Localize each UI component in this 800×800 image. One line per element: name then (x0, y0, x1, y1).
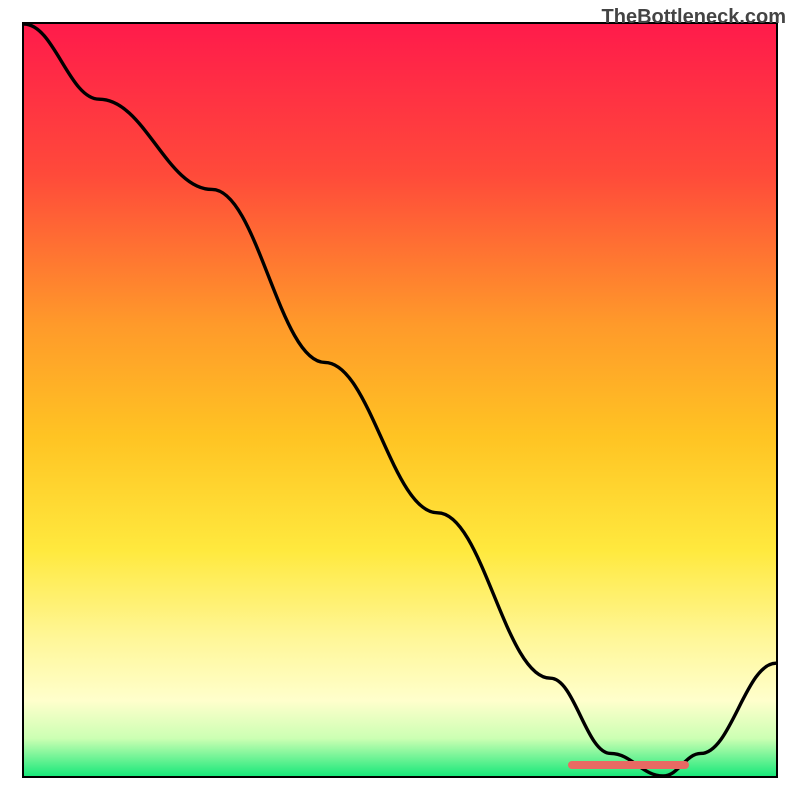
bottleneck-curve-line (24, 24, 776, 776)
chart-plot-area (22, 22, 778, 778)
watermark-text: TheBottleneck.com (602, 6, 786, 29)
curve-overlay (24, 24, 776, 776)
optimal-range-marker (568, 761, 689, 769)
